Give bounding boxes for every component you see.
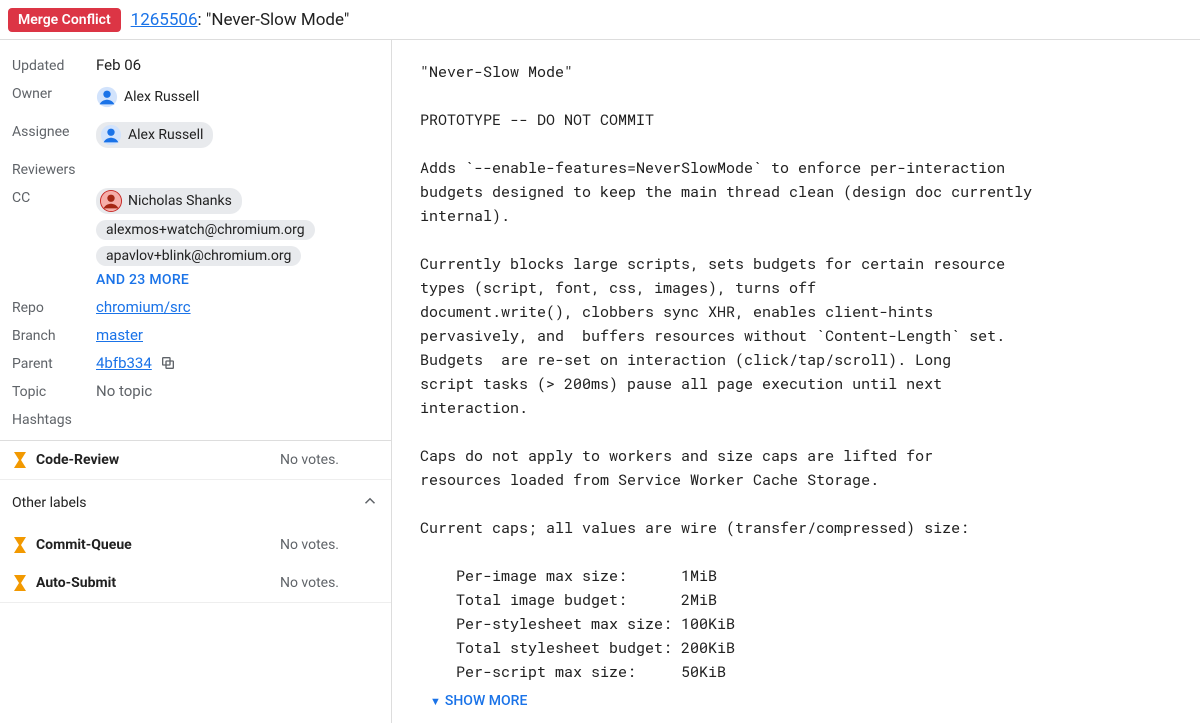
repo-label: Repo [12, 298, 96, 316]
assignee-name: Alex Russell [128, 127, 203, 143]
hourglass-icon [12, 574, 28, 592]
parent-label: Parent [12, 354, 96, 372]
hourglass-icon [12, 536, 28, 554]
topic-label: Topic [12, 382, 96, 400]
change-id-link[interactable]: 1265506 [131, 10, 198, 30]
cc-chip-2[interactable]: apavlov+blink@chromium.org [96, 246, 301, 266]
cc-more-link[interactable]: AND 23 MORE [96, 272, 379, 288]
status-chip[interactable]: Merge Conflict [8, 8, 121, 32]
commit-message: "Never-Slow Mode" PROTOTYPE -- DO NOT CO… [420, 60, 1172, 687]
auto-submit-row[interactable]: Auto-Submit No votes. [0, 564, 391, 602]
reviewers-label: Reviewers [12, 160, 96, 178]
cc-label: CC [12, 188, 96, 206]
show-more-label: SHOW MORE [445, 693, 527, 709]
chevron-up-icon [361, 492, 379, 514]
cc-chip-0[interactable]: Nicholas Shanks [96, 188, 242, 214]
title-group: 1265506: "Never-Slow Mode" [131, 10, 350, 30]
triangle-down-icon: ▼ [430, 695, 441, 708]
updated-label: Updated [12, 56, 96, 74]
cc-email-2: apavlov+blink@chromium.org [100, 248, 291, 264]
code-review-row[interactable]: Code-Review No votes. [0, 441, 391, 479]
other-labels-title: Other labels [12, 495, 87, 511]
owner-name: Alex Russell [124, 89, 199, 105]
branch-link[interactable]: master [96, 326, 143, 344]
sidebar: Updated Feb 06 Owner Alex Russell Assign… [0, 40, 392, 723]
cc-name-0: Nicholas Shanks [128, 193, 232, 209]
commit-queue-label: Commit-Queue [36, 537, 132, 553]
updated-value: Feb 06 [96, 56, 379, 74]
owner-chip[interactable]: Alex Russell [96, 84, 209, 110]
copy-icon[interactable] [156, 354, 176, 372]
commit-queue-row[interactable]: Commit-Queue No votes. [0, 526, 391, 564]
commit-queue-novotes: No votes. [280, 537, 339, 553]
code-review-novotes: No votes. [280, 452, 339, 468]
change-title: "Never-Slow Mode" [206, 10, 349, 30]
auto-submit-label: Auto-Submit [36, 575, 116, 591]
topic-value: No topic [96, 382, 379, 400]
branch-label: Branch [12, 326, 96, 344]
meta-section: Updated Feb 06 Owner Alex Russell Assign… [0, 40, 391, 441]
hashtags-label: Hashtags [12, 410, 96, 428]
parent-link[interactable]: 4bfb334 [96, 354, 152, 372]
show-more-button[interactable]: ▼ SHOW MORE [420, 687, 527, 713]
owner-label: Owner [12, 84, 96, 102]
assignee-chip[interactable]: Alex Russell [96, 122, 213, 148]
auto-submit-novotes: No votes. [280, 575, 339, 591]
cc-chip-1[interactable]: alexmos+watch@chromium.org [96, 220, 315, 240]
other-labels-header[interactable]: Other labels [0, 480, 391, 526]
code-review-label: Code-Review [36, 452, 119, 468]
cc-email-1: alexmos+watch@chromium.org [100, 222, 305, 238]
assignee-label: Assignee [12, 122, 96, 140]
main-panel: "Never-Slow Mode" PROTOTYPE -- DO NOT CO… [392, 40, 1200, 723]
avatar-icon [100, 190, 122, 212]
avatar-icon [100, 124, 122, 146]
repo-link[interactable]: chromium/src [96, 298, 191, 316]
change-header: Merge Conflict 1265506: "Never-Slow Mode… [0, 0, 1200, 40]
hourglass-icon [12, 451, 28, 469]
change-title-sep: : [198, 10, 206, 30]
avatar-icon [96, 86, 118, 108]
